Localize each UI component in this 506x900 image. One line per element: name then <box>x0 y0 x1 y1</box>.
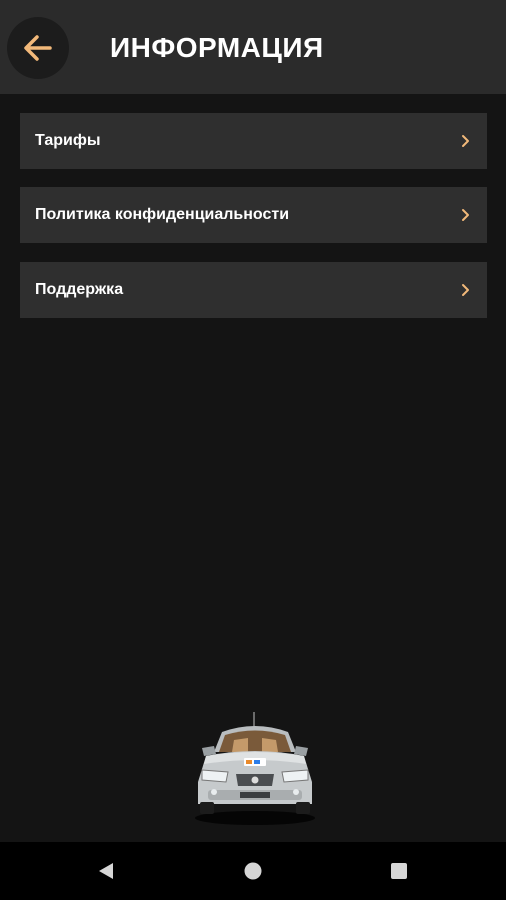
arrow-left-icon <box>24 35 52 61</box>
nav-recents-button[interactable] <box>390 862 408 885</box>
nav-home-button[interactable] <box>243 861 263 886</box>
triangle-back-icon <box>99 863 113 879</box>
page-title: ИНФОРМАЦИЯ <box>110 32 324 63</box>
chevron-right-icon <box>461 134 471 148</box>
app-bar: ИНФОРМАЦИЯ <box>0 0 506 94</box>
menu-item-privacy-policy[interactable]: Политика конфиденциальности <box>20 187 487 243</box>
taxi-car-image <box>188 706 322 826</box>
menu-item-label: Поддержка <box>35 281 124 298</box>
menu-item-support[interactable]: Поддержка <box>20 262 487 318</box>
nav-back-button[interactable] <box>96 861 116 886</box>
chevron-right-icon <box>461 208 471 222</box>
menu-item-label: Политика конфиденциальности <box>35 206 290 223</box>
chevron-right-icon <box>461 283 471 297</box>
menu-item-tariffs[interactable]: Тарифы <box>20 113 487 169</box>
back-button[interactable] <box>7 17 69 79</box>
menu-item-label: Тарифы <box>35 132 101 149</box>
circle-home-icon <box>244 862 262 880</box>
system-nav-bar <box>0 842 506 900</box>
square-recents-icon <box>391 863 407 879</box>
